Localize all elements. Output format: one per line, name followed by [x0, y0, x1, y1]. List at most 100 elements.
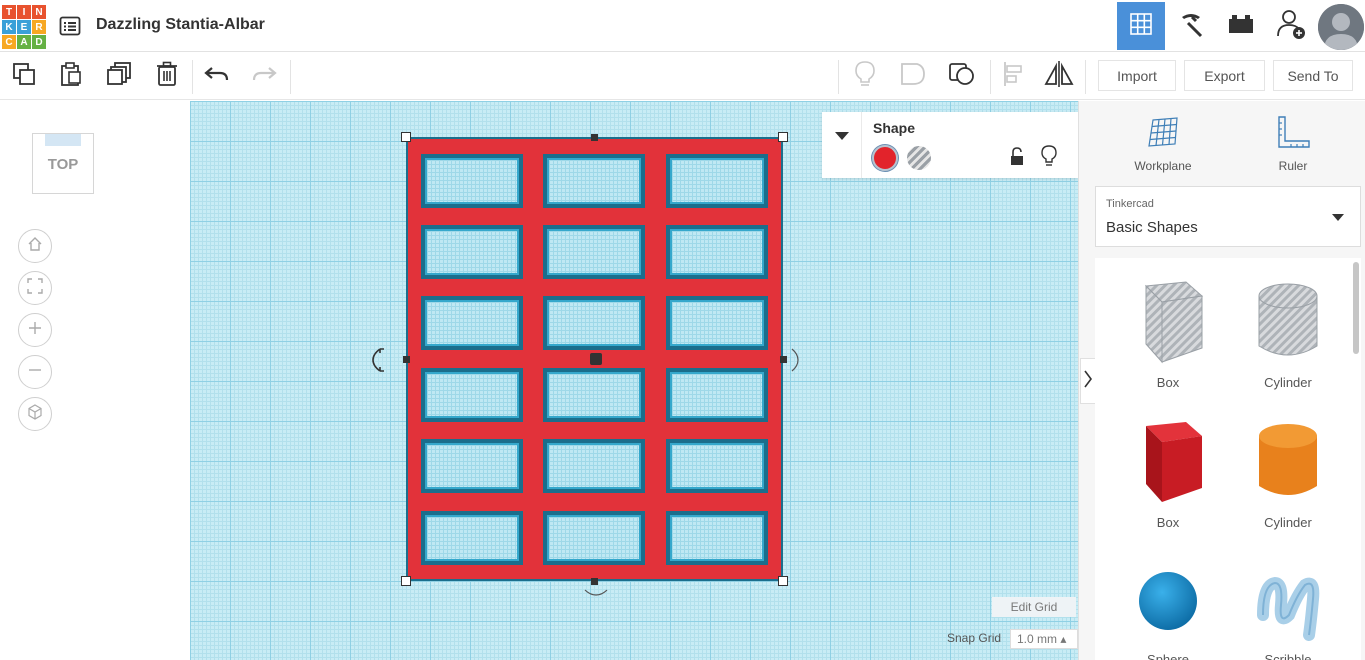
lock-button[interactable]: [1009, 147, 1025, 172]
shape-box-hole[interactable]: Box: [1113, 278, 1223, 390]
group-button[interactable]: [897, 60, 929, 92]
edit-toolbar: Import Export Send To: [0, 52, 1365, 100]
paste-button[interactable]: [55, 60, 87, 92]
invite-user-button[interactable]: [1267, 2, 1315, 50]
hole-cell[interactable]: [666, 368, 768, 422]
hole-cell[interactable]: [421, 439, 523, 493]
rotate-handle[interactable]: [790, 346, 800, 379]
hole-cell[interactable]: [543, 225, 645, 279]
toolbar-divider: [192, 60, 193, 94]
hole-cell[interactable]: [543, 439, 645, 493]
hole-cell[interactable]: [666, 511, 768, 565]
cylinder-hole-icon: [1253, 278, 1323, 371]
workplane-tool[interactable]: Workplane: [1128, 114, 1198, 173]
shape-box-solid[interactable]: Box: [1113, 418, 1223, 530]
home-view-button[interactable]: [18, 229, 52, 263]
toolbar-divider: [990, 60, 991, 94]
corner-resize-handle[interactable]: [778, 576, 788, 586]
duplicate-button[interactable]: [103, 60, 135, 92]
design-menu-icon[interactable]: [58, 14, 82, 38]
shape-cylinder-hole[interactable]: Cylinder: [1233, 278, 1343, 390]
shape-cylinder-solid[interactable]: Cylinder: [1233, 418, 1343, 530]
logo-letter: D: [32, 35, 46, 49]
side-resize-handle[interactable]: [591, 578, 598, 585]
home-icon: [27, 236, 43, 257]
project-title[interactable]: Dazzling Stantia-Albar: [96, 16, 265, 34]
fit-view-button[interactable]: [18, 271, 52, 305]
chevron-right-icon: [1083, 369, 1093, 394]
minecraft-view-button[interactable]: [1167, 2, 1215, 50]
minus-icon: [27, 362, 43, 383]
paste-icon: [58, 61, 84, 92]
hole-cell[interactable]: [421, 368, 523, 422]
side-resize-handle[interactable]: [780, 356, 787, 363]
view-cube[interactable]: TOP: [32, 133, 94, 194]
add-user-icon: [1276, 8, 1306, 45]
tinkercad-logo[interactable]: T I N K E R C A D: [2, 5, 46, 49]
shape-label: Box: [1156, 375, 1180, 390]
send-to-button[interactable]: Send To: [1273, 60, 1353, 91]
logo-letter: N: [32, 5, 46, 19]
rotate-handle[interactable]: [370, 346, 390, 379]
shape-sphere[interactable]: Sphere: [1113, 565, 1223, 660]
corner-resize-handle[interactable]: [401, 132, 411, 142]
mirror-button[interactable]: [1043, 60, 1075, 92]
solid-color-swatch[interactable]: [872, 145, 898, 171]
hole-swatch[interactable]: [907, 146, 931, 170]
zoom-in-button[interactable]: [18, 313, 52, 347]
shape-label: Sphere: [1147, 652, 1189, 660]
hole-cell[interactable]: [421, 296, 523, 350]
tinkercad-app: T I N K E R C A D Dazzling Stantia-Albar: [0, 0, 1365, 660]
corner-resize-handle[interactable]: [778, 132, 788, 142]
snap-grid-select[interactable]: 1.0 mm ▴: [1010, 629, 1078, 649]
inspector-collapse-button[interactable]: [822, 112, 862, 178]
redo-button[interactable]: [248, 60, 280, 92]
3d-design-view-button[interactable]: [1117, 2, 1165, 50]
align-button[interactable]: [997, 60, 1029, 92]
hole-cell[interactable]: [666, 154, 768, 208]
pickaxe-icon: [1176, 9, 1206, 44]
hole-cell[interactable]: [421, 225, 523, 279]
hole-cell[interactable]: [666, 296, 768, 350]
shape-inspector: Shape: [822, 112, 1078, 178]
height-handle[interactable]: [590, 353, 602, 365]
light-button[interactable]: [1041, 145, 1057, 172]
perspective-button[interactable]: [18, 397, 52, 431]
import-button[interactable]: Import: [1098, 60, 1176, 91]
hole-cell[interactable]: [543, 296, 645, 350]
shape-library-select[interactable]: Tinkercad Basic Shapes: [1095, 186, 1361, 247]
lightbulb-icon: [1041, 145, 1057, 171]
side-resize-handle[interactable]: [403, 356, 410, 363]
ungroup-button[interactable]: [946, 60, 978, 92]
top-bar: T I N K E R C A D Dazzling Stantia-Albar: [0, 0, 1365, 52]
bricks-view-button[interactable]: [1217, 2, 1265, 50]
notes-button[interactable]: [849, 60, 881, 92]
hole-cell[interactable]: [421, 511, 523, 565]
copy-button[interactable]: [8, 60, 40, 92]
logo-letter: C: [2, 35, 16, 49]
panel-collapse-tab[interactable]: [1080, 358, 1096, 404]
undo-button[interactable]: [201, 60, 233, 92]
rotate-icon: [790, 348, 800, 378]
hole-cell[interactable]: [421, 154, 523, 208]
export-button[interactable]: Export: [1184, 60, 1265, 91]
user-avatar[interactable]: [1318, 4, 1364, 50]
side-resize-handle[interactable]: [591, 134, 598, 141]
delete-button[interactable]: [151, 60, 183, 92]
hole-cell[interactable]: [666, 225, 768, 279]
hole-cell[interactable]: [666, 439, 768, 493]
hole-cell[interactable]: [543, 368, 645, 422]
box-hole-icon: [1128, 278, 1208, 371]
hole-cell[interactable]: [543, 511, 645, 565]
corner-resize-handle[interactable]: [401, 576, 411, 586]
shapes-scrollbar[interactable]: [1353, 262, 1359, 354]
shape-label: Scribble: [1264, 652, 1312, 660]
zoom-out-button[interactable]: [18, 355, 52, 389]
ruler-tool[interactable]: Ruler: [1258, 114, 1328, 173]
logo-letter: T: [2, 5, 16, 19]
rotate-handle[interactable]: [582, 585, 610, 603]
shape-scribble[interactable]: Scribble: [1233, 565, 1343, 660]
edit-grid-button[interactable]: Edit Grid: [992, 597, 1076, 617]
hole-cell[interactable]: [543, 154, 645, 208]
grid-view-icon: [1130, 12, 1152, 40]
